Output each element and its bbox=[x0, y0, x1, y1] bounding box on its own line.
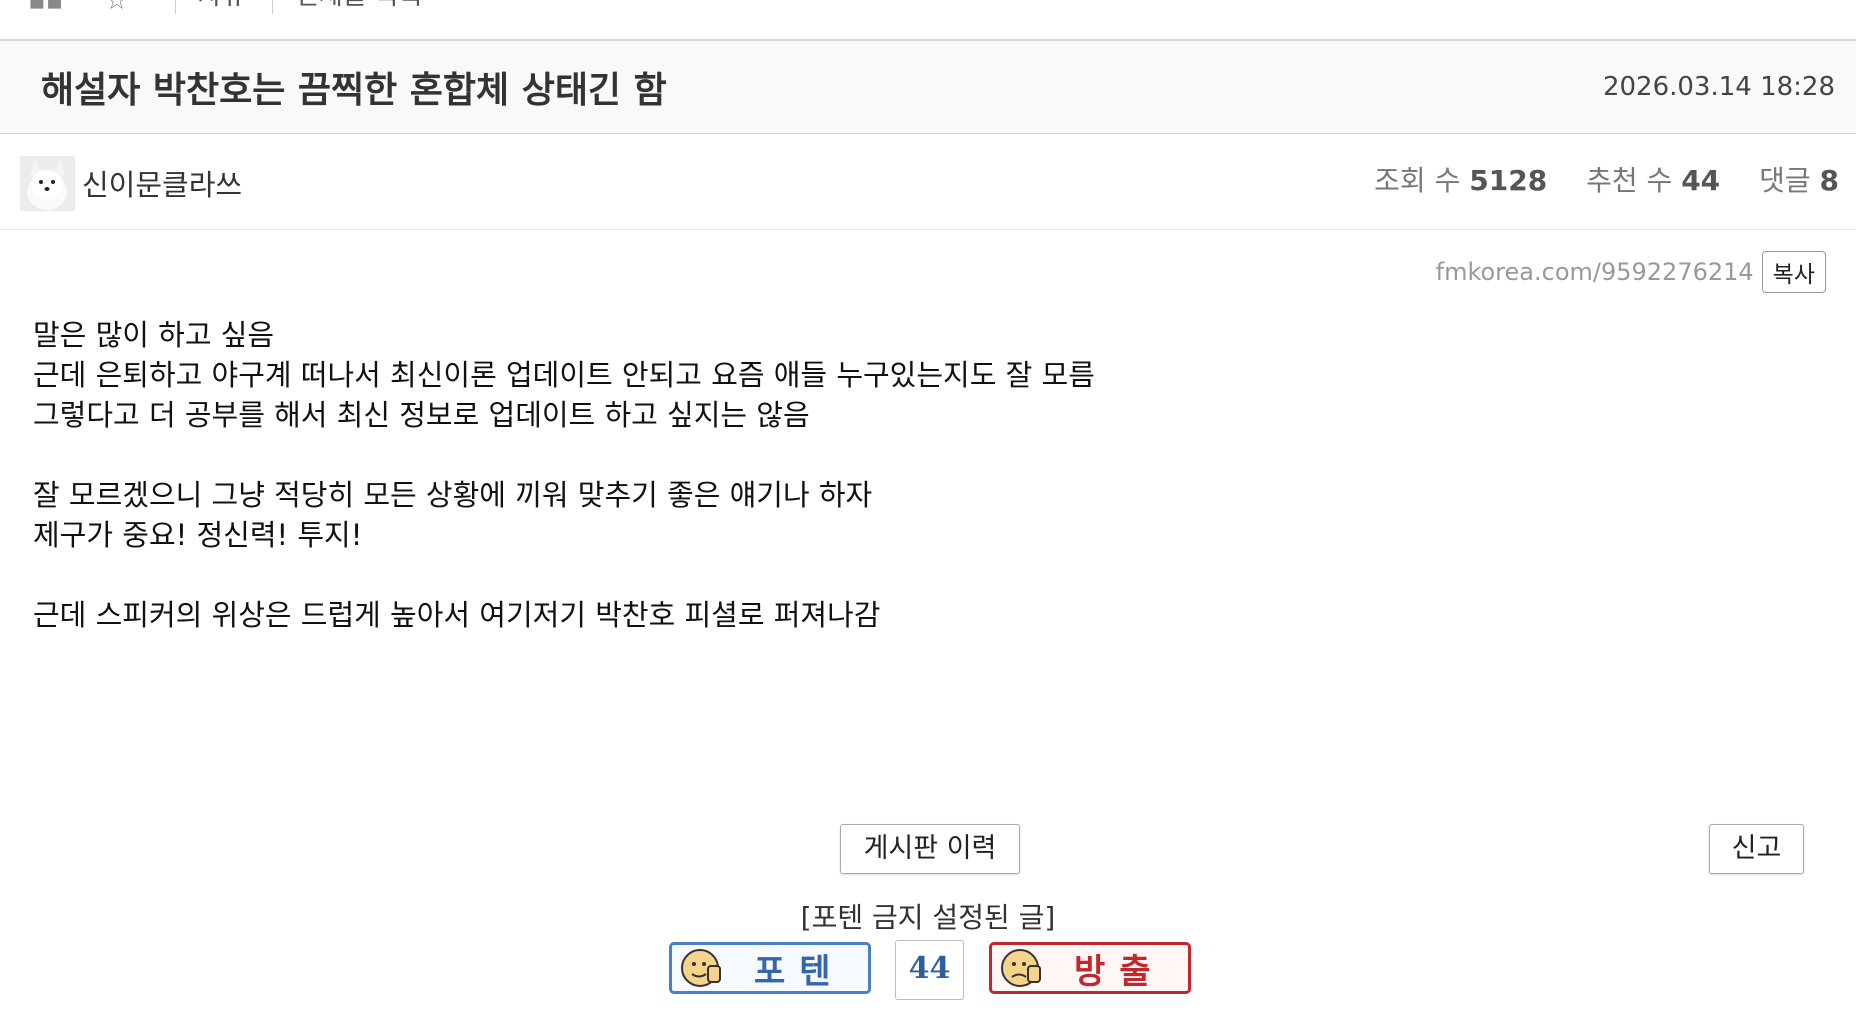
vote-up-label: 포텐 bbox=[754, 951, 845, 992]
body-line: 그렇다고 더 공부를 해서 최신 정보로 업데이트 하고 싶지는 않음 bbox=[33, 398, 810, 432]
recommend-stat: 추천 수 44 bbox=[1586, 164, 1721, 197]
board-history-button[interactable]: 게시판 이력 bbox=[840, 824, 1020, 874]
vote-count: 44 bbox=[895, 940, 964, 1000]
avatar[interactable] bbox=[20, 156, 75, 211]
poten-disabled-notice: [포텐 금지 설정된 글] bbox=[800, 901, 1056, 934]
menu-icon[interactable]: ▪▪ bbox=[28, 0, 63, 16]
tab-free-board[interactable]: 자유 bbox=[175, 0, 246, 14]
vote-up-button[interactable]: 포텐 bbox=[669, 942, 871, 994]
body-line: 말은 많이 하고 싶음 bbox=[33, 318, 275, 352]
tab-all-posts[interactable]: 전체글 목록 bbox=[272, 0, 423, 14]
vote-down-button[interactable]: 방출 bbox=[989, 942, 1191, 994]
body-line: 근데 스피커의 위상은 드럽게 높아서 여기저기 박찬호 피셜로 퍼져나감 bbox=[33, 598, 881, 632]
dog-avatar-icon bbox=[20, 156, 75, 211]
post-meta: 신이문클라쓰 조회 수 5128 추천 수 44 댓글 8 bbox=[0, 134, 1856, 230]
post-date: 2026.03.14 18:28 bbox=[1602, 72, 1835, 102]
top-navigation-bar: ▪▪ ☆ 자유 전체글 목록 bbox=[0, 0, 1856, 41]
post-title: 해설자 박찬호는 끔찍한 혼합체 상태긴 함 bbox=[41, 70, 667, 111]
body-blank-line bbox=[33, 435, 1095, 475]
body-line: 제구가 중요! 정신력! 투지! bbox=[33, 518, 363, 552]
post-header: 해설자 박찬호는 끔찍한 혼합체 상태긴 함 2026.03.14 18:28 bbox=[0, 41, 1856, 134]
views-stat: 조회 수 5128 bbox=[1374, 164, 1548, 197]
author-name[interactable]: 신이문클라쓰 bbox=[82, 162, 242, 204]
star-icon[interactable]: ☆ bbox=[105, 0, 128, 16]
copy-url-button[interactable]: 복사 bbox=[1761, 251, 1826, 293]
body-line: 잘 모르겠으니 그냥 적당히 모든 상황에 끼워 맞추기 좋은 얘기나 하자 bbox=[33, 478, 873, 512]
vote-down-label: 방출 bbox=[1074, 951, 1165, 992]
thumbs-down-face-icon bbox=[1001, 949, 1041, 987]
body-blank-line bbox=[33, 555, 1095, 595]
thumbs-up-face-icon bbox=[681, 949, 721, 987]
body-line: 근데 은퇴하고 야구계 떠나서 최신이론 업데이트 안되고 요즘 애들 누구있는… bbox=[33, 358, 1095, 392]
post-body: 말은 많이 하고 싶음 근데 은퇴하고 야구계 떠나서 최신이론 업데이트 안되… bbox=[33, 315, 1095, 635]
post-stats: 조회 수 5128 추천 수 44 댓글 8 bbox=[1344, 159, 1839, 199]
comments-stat[interactable]: 댓글 8 bbox=[1759, 164, 1839, 197]
post-url[interactable]: fmkorea.com/9592276214 bbox=[1436, 258, 1754, 286]
report-button[interactable]: 신고 bbox=[1709, 824, 1804, 874]
post-url-row: fmkorea.com/9592276214 복사 bbox=[1436, 251, 1826, 293]
